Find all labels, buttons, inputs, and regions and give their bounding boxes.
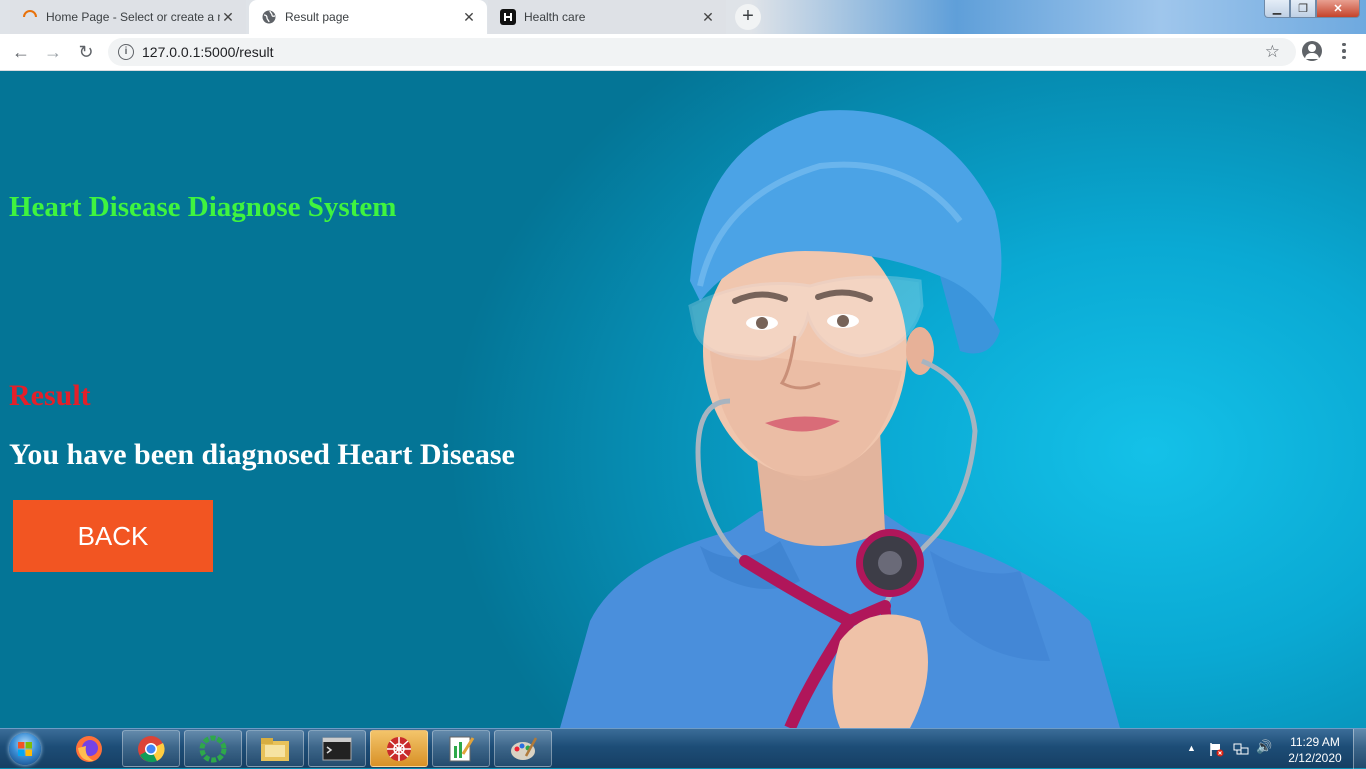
browser-menu-icon[interactable] [1337,41,1351,61]
profile-avatar-icon[interactable] [1302,41,1322,61]
url-text[interactable]: 127.0.0.1:5000/result [142,44,274,60]
back-button[interactable]: BACK [13,500,213,572]
forward-arrow-icon[interactable]: → [41,40,65,64]
window-controls: ▁ ❐ ✕ [1264,0,1360,18]
network-icon[interactable] [1233,741,1249,760]
tab-result-page[interactable]: Result page ✕ [249,0,487,34]
loading-spinner-icon [22,9,38,25]
tab-close-icon[interactable]: ✕ [461,9,477,25]
paint-icon[interactable] [494,730,552,767]
text-editor-icon[interactable] [432,730,490,767]
browser-toolbar: ← → ↻ i 127.0.0.1:5000/result ☆ [0,34,1366,71]
page-title: Heart Disease Diagnose System [9,191,397,223]
tab-home-page[interactable]: Home Page - Select or create a n ✕ [10,0,246,34]
system-clock[interactable]: 11:29 AM 2/12/2020 [1284,734,1346,766]
new-tab-button[interactable]: + [735,4,761,30]
terminal-icon[interactable] [308,730,366,767]
minimize-button[interactable]: ▁ [1264,0,1290,18]
action-center-flag-icon[interactable] [1208,741,1224,760]
tab-health-care[interactable]: Health care ✕ [488,0,726,34]
show-desktop-button[interactable] [1353,729,1366,769]
site-info-icon[interactable]: i [118,44,134,60]
clock-time: 11:29 AM [1290,735,1340,749]
globe-icon [261,9,277,25]
reload-icon[interactable]: ↻ [74,40,98,64]
progress-app-icon[interactable] [184,730,242,767]
tab-title: Result page [285,10,350,24]
web-app-icon[interactable] [370,730,428,767]
tab-close-icon[interactable]: ✕ [220,9,236,25]
tab-title: Home Page - Select or create a n [46,10,220,24]
result-heading: Result [9,379,91,412]
back-arrow-icon[interactable]: ← [9,40,33,64]
address-bar[interactable]: i 127.0.0.1:5000/result ☆ [108,38,1296,66]
chrome-icon[interactable] [122,730,180,767]
show-hidden-icons-icon[interactable]: ▲ [1187,743,1196,753]
volume-icon[interactable]: 🔊 [1256,739,1272,755]
result-page-content: Heart Disease Diagnose System Result You… [0,71,1366,728]
close-window-button[interactable]: ✕ [1316,0,1360,18]
health-care-favicon-icon [500,9,516,25]
file-explorer-icon[interactable] [246,730,304,767]
clock-date: 2/12/2020 [1288,751,1342,765]
doctor-photo [560,110,1120,728]
maximize-button[interactable]: ❐ [1290,0,1316,18]
start-button[interactable] [5,730,45,768]
windows-logo-icon [9,733,41,765]
tab-title: Health care [524,10,586,24]
diagnosis-message: You have been diagnosed Heart Disease [9,438,515,471]
taskbar: ▲ 🔊 11:29 AM 2/12/2020 [0,728,1366,769]
tab-close-icon[interactable]: ✕ [700,9,716,25]
bookmark-star-icon[interactable]: ☆ [1265,42,1280,62]
tab-strip: Home Page - Select or create a n ✕ Resul… [0,0,1366,34]
firefox-icon[interactable] [60,730,118,767]
